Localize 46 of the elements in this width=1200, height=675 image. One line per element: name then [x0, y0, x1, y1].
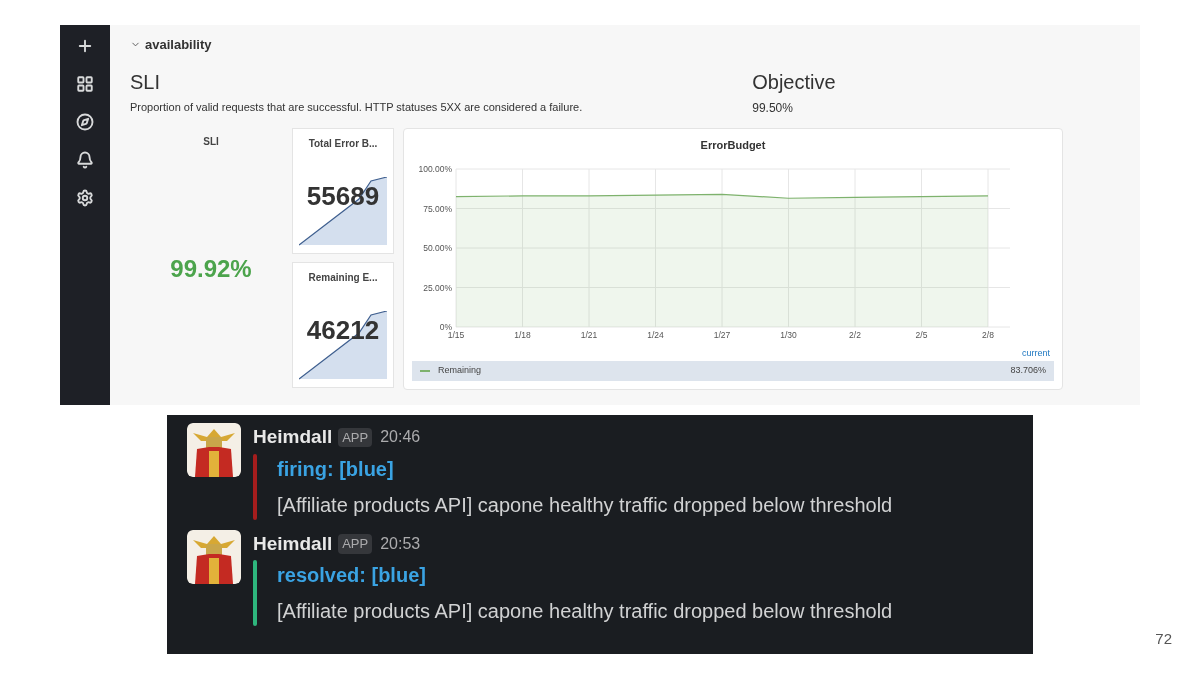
x-tick-label: 2/8 — [982, 330, 994, 340]
y-tick-label: 75.00% — [423, 203, 452, 214]
page-number: 72 — [1155, 629, 1172, 649]
legend-label: Remaining — [438, 363, 482, 377]
objective-value: 99.50% — [752, 99, 794, 117]
x-tick-label: 1/18 — [514, 330, 531, 340]
y-tick-label: 0% — [439, 322, 452, 332]
x-tick-label: 1/21 — [580, 330, 598, 340]
sender-name[interactable]: Heimdall — [253, 529, 333, 558]
row-title[interactable]: availability — [145, 35, 212, 55]
grid-icon[interactable] — [76, 75, 94, 93]
alert-status[interactable]: resolved: [blue] — [277, 560, 893, 590]
stat-title: SLI — [203, 134, 219, 149]
objective-title: Objective — [752, 71, 836, 92]
stat-panel-title: Total Error B... — [308, 136, 378, 151]
y-tick-label: 25.00% — [423, 282, 452, 293]
x-tick-label: 1/30 — [780, 330, 797, 340]
legend-header: current — [1022, 347, 1050, 360]
x-tick-label: 1/27 — [713, 330, 731, 340]
legend-row[interactable]: Remaining 83.706% — [412, 360, 1054, 381]
avatar-drawing — [187, 529, 241, 584]
y-tick-label: 50.00% — [423, 243, 452, 253]
sli-title: SLI — [130, 71, 162, 92]
message-time[interactable]: 20:46 — [380, 425, 421, 450]
sender-name[interactable]: Heimdall — [253, 423, 333, 452]
bell-icon[interactable] — [76, 151, 94, 169]
legend-value: 83.706% — [1010, 363, 1046, 377]
stat-panel-title: Remaining E... — [308, 270, 378, 285]
alert-status[interactable]: firing: [blue] — [277, 453, 893, 484]
x-tick-label: 1/24 — [647, 330, 664, 340]
avatar-drawing — [187, 423, 241, 477]
chart-title: ErrorBudget — [699, 137, 767, 153]
sli-description: Proportion of valid requests that are successful. HTTP statuses 5XX are considered a failure. — [130, 99, 583, 115]
x-tick-label: 1/15 — [447, 330, 465, 340]
y-tick-label: 100.00% — [418, 164, 452, 174]
compass-icon[interactable] — [76, 113, 94, 131]
settings-icon[interactable] — [76, 189, 94, 207]
stat-value: 99.92% — [170, 253, 252, 284]
x-tick-label: 2/2 — [849, 330, 861, 340]
alert-text: [Affiliate products API] capone healthy traffic dropped below threshold — [277, 599, 893, 624]
alert-text: [Affiliate products API] capone healthy traffic dropped below threshold — [277, 492, 893, 518]
plus-icon[interactable] — [76, 37, 94, 55]
app-badge: APP — [338, 427, 373, 447]
app-badge: APP — [338, 534, 373, 554]
message-time[interactable]: 20:53 — [380, 531, 421, 556]
x-tick-label: 2/5 — [915, 330, 928, 340]
